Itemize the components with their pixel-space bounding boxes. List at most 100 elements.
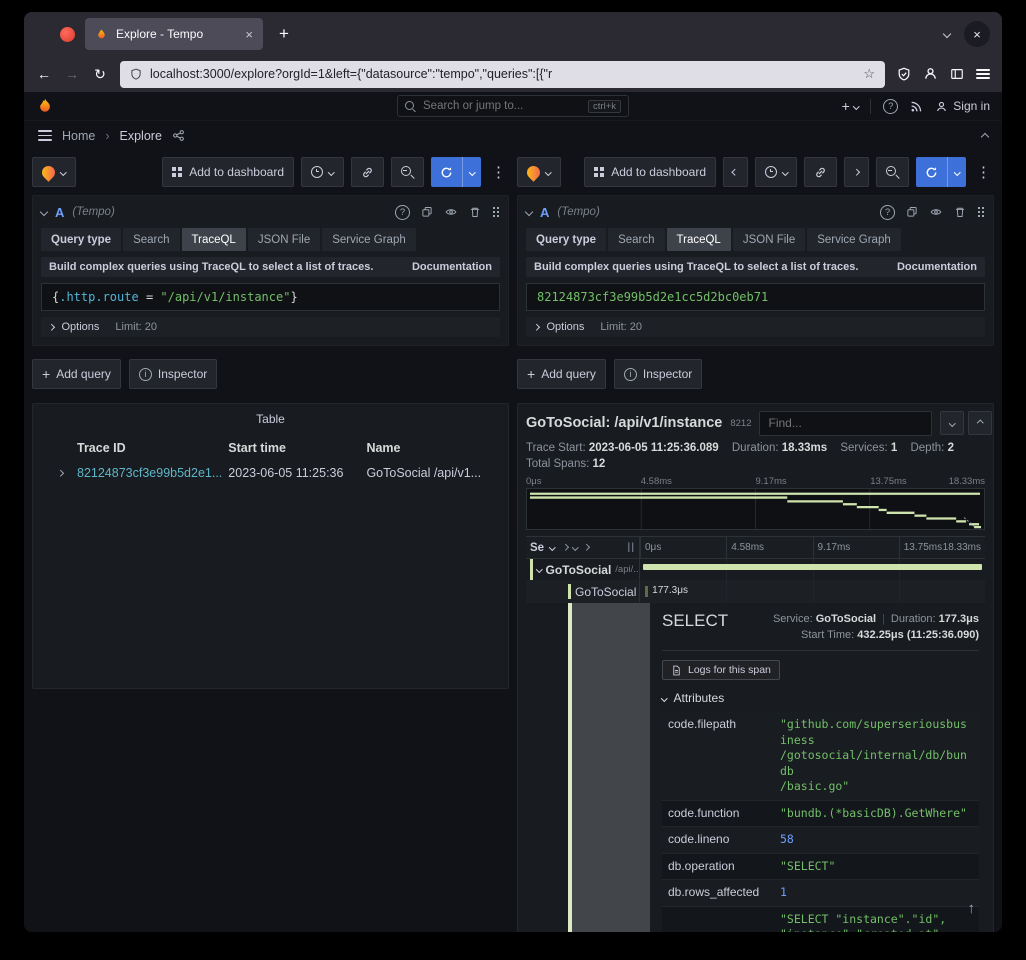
service-operation-header[interactable]: Se || <box>526 537 640 558</box>
sync-timeranges-button[interactable] <box>351 157 384 187</box>
tab-close-icon[interactable]: × <box>245 27 253 42</box>
trash-icon[interactable] <box>469 206 481 218</box>
move-right-button[interactable] <box>844 157 869 187</box>
collapse-query-icon[interactable] <box>40 208 48 216</box>
shield-icon[interactable] <box>130 68 142 80</box>
run-interval-caret[interactable] <box>462 157 482 187</box>
col-trace-id[interactable]: Trace ID <box>77 441 228 455</box>
time-range-button[interactable] <box>755 157 798 187</box>
chevron-down-icon[interactable] <box>549 544 555 550</box>
reload-icon[interactable]: ↻ <box>92 66 108 83</box>
mega-menu-icon[interactable] <box>38 128 52 144</box>
col-start-time[interactable]: Start time <box>228 441 366 455</box>
col-name[interactable]: Name <box>366 441 498 455</box>
add-query-button[interactable]: + Add query <box>517 359 606 389</box>
trace-minimap[interactable] <box>526 488 985 530</box>
hide-response-eye-icon[interactable] <box>929 206 943 218</box>
browser-menu-icon[interactable] <box>976 66 990 82</box>
attributes-toggle[interactable]: Attributes <box>662 691 979 705</box>
traceql-editor[interactable]: {.http.route = "/api/v1/instance"} <box>41 283 500 311</box>
move-left-button[interactable] <box>723 157 748 187</box>
pane-kebab-icon[interactable]: ⋮ <box>488 163 509 181</box>
collapse-section-icon[interactable] <box>982 129 988 143</box>
run-query-button[interactable] <box>916 157 967 187</box>
zoom-out-button[interactable] <box>391 157 424 187</box>
breadcrumb-home[interactable]: Home <box>62 129 95 143</box>
url-bar[interactable]: localhost:3000/explore?orgId=1&left={"da… <box>120 61 885 88</box>
hide-response-eye-icon[interactable] <box>444 206 458 218</box>
new-tab-button[interactable]: + <box>273 24 295 44</box>
news-rss-icon[interactable] <box>910 100 923 113</box>
sign-in-button[interactable]: Sign in <box>935 99 990 113</box>
share-icon[interactable] <box>172 129 185 142</box>
options-row[interactable]: Options Limit: 20 <box>526 317 985 337</box>
grafana-logo[interactable] <box>36 97 54 115</box>
run-query-icon[interactable] <box>431 157 462 187</box>
bookmark-star-icon[interactable]: ☆ <box>863 66 875 82</box>
trash-icon[interactable] <box>954 206 966 218</box>
span-bar[interactable] <box>645 586 648 597</box>
tab-traceql[interactable]: TraceQL <box>667 228 731 251</box>
query-ref-id[interactable]: A <box>55 205 64 220</box>
documentation-link[interactable]: Documentation <box>897 261 977 273</box>
list-tabs-icon[interactable] <box>943 30 951 38</box>
tab-service-graph[interactable]: Service Graph <box>807 228 901 251</box>
browser-tab[interactable]: Explore - Tempo × <box>85 18 263 50</box>
logs-for-span-button[interactable]: Logs for this span <box>662 660 780 680</box>
shield-badge-icon[interactable] <box>897 67 911 81</box>
search-input[interactable] <box>421 99 582 113</box>
query-help-icon[interactable]: ? <box>880 205 895 220</box>
span-row-root[interactable]: GoToSocial /api/... <box>526 559 985 581</box>
inspector-button[interactable]: i Inspector <box>614 359 702 389</box>
breadcrumb-current[interactable]: Explore <box>120 129 162 143</box>
run-query-icon[interactable] <box>916 157 947 187</box>
find-input[interactable] <box>759 411 932 436</box>
zoom-out-button[interactable] <box>876 157 909 187</box>
global-search[interactable]: ctrl+k <box>397 95 629 117</box>
add-query-button[interactable]: + Add query <box>32 359 121 389</box>
tab-search[interactable]: Search <box>608 228 664 251</box>
back-icon[interactable]: ← <box>36 66 52 82</box>
traceql-editor[interactable]: 82124873cf3e99b5d2e1cc5d2bc0eb71 <box>526 283 985 311</box>
run-query-button[interactable] <box>431 157 482 187</box>
run-interval-caret[interactable] <box>947 157 967 187</box>
scroll-to-top-button[interactable]: ↑ <box>968 900 976 917</box>
account-icon[interactable] <box>923 66 938 81</box>
trace-id-link[interactable]: 82124873cf3e99b5d2e1... <box>77 466 228 480</box>
drag-handle-icon[interactable] <box>977 206 985 218</box>
inspector-button[interactable]: i Inspector <box>129 359 217 389</box>
collapse-span-icon[interactable] <box>536 566 542 572</box>
pane-kebab-icon[interactable]: ⋮ <box>973 163 994 181</box>
column-resize-handle[interactable]: || <box>627 542 635 553</box>
tab-traceql[interactable]: TraceQL <box>182 228 246 251</box>
window-close-button[interactable]: × <box>964 21 990 47</box>
drag-handle-icon[interactable] <box>492 206 500 218</box>
expand-row-icon[interactable] <box>43 471 77 476</box>
help-icon[interactable]: ? <box>883 99 898 114</box>
span-row-child[interactable]: GoToSocial 177.3μs <box>526 581 985 603</box>
documentation-link[interactable]: Documentation <box>412 261 492 273</box>
expand-one-icon[interactable] <box>562 544 568 550</box>
add-to-dashboard-button[interactable]: Add to dashboard <box>162 157 294 187</box>
forward-icon[interactable]: → <box>64 66 80 82</box>
add-to-dashboard-button[interactable]: Add to dashboard <box>584 157 716 187</box>
new-menu-button[interactable]: + <box>842 99 859 113</box>
time-range-button[interactable] <box>301 157 344 187</box>
copy-icon[interactable] <box>906 206 918 218</box>
table-row[interactable]: 82124873cf3e99b5d2e1... 2023-06-05 11:25… <box>43 460 498 486</box>
profile-icon[interactable] <box>60 27 75 42</box>
sync-timeranges-button[interactable] <box>804 157 837 187</box>
collapse-all-icon[interactable] <box>572 544 578 550</box>
options-row[interactable]: Options Limit: 20 <box>41 317 500 337</box>
datasource-picker[interactable] <box>517 157 561 187</box>
query-help-icon[interactable]: ? <box>395 205 410 220</box>
copy-icon[interactable] <box>421 206 433 218</box>
prev-match-button[interactable] <box>968 411 992 435</box>
next-match-button[interactable] <box>940 411 964 435</box>
expand-all-icon[interactable] <box>583 544 589 550</box>
tab-service-graph[interactable]: Service Graph <box>322 228 416 251</box>
datasource-picker[interactable] <box>32 157 76 187</box>
tab-json-file[interactable]: JSON File <box>733 228 805 251</box>
query-ref-id[interactable]: A <box>540 205 549 220</box>
span-bar[interactable] <box>643 564 981 570</box>
